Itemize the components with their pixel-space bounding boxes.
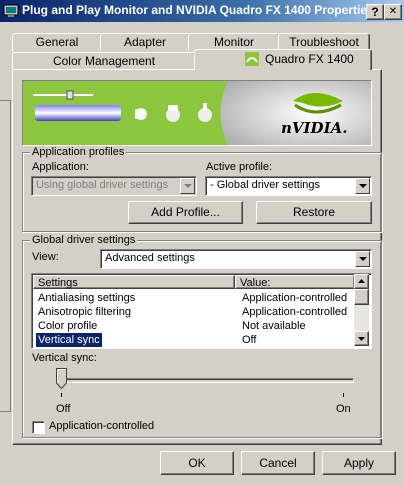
- setting-value: Off: [242, 334, 257, 346]
- window-title: Plug and Play Monitor and NVIDIA Quadro …: [22, 3, 374, 17]
- application-select-value: Using global driver settings: [36, 179, 169, 191]
- global-driver-settings-title: Global driver settings: [30, 234, 138, 246]
- table-row-selected[interactable]: Vertical sync Off: [35, 332, 366, 348]
- restore-button[interactable]: Restore: [256, 201, 372, 224]
- active-profile-value: - Global driver settings: [210, 179, 321, 191]
- settings-column-header[interactable]: Settings: [33, 275, 235, 289]
- slider-tick-min: [61, 393, 62, 397]
- setting-value: Application-controlled: [242, 306, 348, 318]
- chevron-down-icon[interactable]: [355, 251, 370, 267]
- slider-min-label: Off: [56, 403, 71, 415]
- chevron-down-icon[interactable]: [355, 178, 370, 194]
- active-profile-select[interactable]: - Global driver settings: [205, 176, 372, 196]
- scroll-thumb[interactable]: [354, 289, 369, 305]
- scroll-down-button[interactable]: [354, 331, 369, 346]
- background-window-edge: [0, 100, 11, 412]
- application-select: Using global driver settings: [31, 176, 197, 196]
- close-button[interactable]: ✕: [384, 4, 402, 20]
- settings-list[interactable]: Settings Value: Antialiasing settings Ap…: [31, 273, 372, 349]
- vertical-sync-label: Vertical sync:: [32, 352, 97, 364]
- table-row[interactable]: Antialiasing settings Application-contro…: [36, 291, 366, 305]
- nvidia-banner: nVIDIA.: [22, 80, 372, 146]
- scroll-up-button[interactable]: [354, 274, 369, 289]
- nvidia-tab-icon: [245, 52, 259, 66]
- table-row[interactable]: Anisotropic filtering Application-contro…: [36, 305, 366, 319]
- active-profile-label: Active profile:: [206, 161, 273, 173]
- cancel-button[interactable]: Cancel: [241, 451, 315, 475]
- application-profiles-title: Application profiles: [30, 146, 127, 158]
- ok-button[interactable]: OK: [160, 451, 234, 475]
- tab-general[interactable]: General: [12, 33, 102, 52]
- view-select[interactable]: Advanced settings: [100, 249, 372, 269]
- view-select-value: Advanced settings: [105, 252, 195, 264]
- list-scrollbar[interactable]: [354, 274, 369, 346]
- chevron-down-icon: [180, 178, 195, 194]
- setting-name: Antialiasing settings: [38, 292, 136, 304]
- application-controlled-checkbox[interactable]: [32, 421, 45, 434]
- tab-quadro-label: Quadro FX 1400: [265, 52, 354, 66]
- setting-value: Application-controlled: [242, 292, 348, 304]
- setting-name: Vertical sync: [35, 332, 103, 348]
- apply-button[interactable]: Apply: [322, 451, 396, 475]
- setting-name: Color profile: [38, 320, 98, 332]
- vertical-sync-slider-track[interactable]: [62, 378, 354, 383]
- tab-quadro-fx-1400[interactable]: Quadro FX 1400: [194, 49, 372, 70]
- setting-name: Anisotropic filtering: [38, 306, 131, 318]
- help-button[interactable]: ?: [366, 4, 384, 20]
- application-controlled-label: Application-controlled: [49, 420, 155, 432]
- table-row[interactable]: Color profile Not available: [36, 319, 366, 333]
- monitor-icon: [3, 3, 19, 19]
- value-column-header[interactable]: Value:: [235, 275, 355, 289]
- nvidia-logo: nVIDIA.: [281, 119, 348, 137]
- setting-value: Not available: [242, 320, 306, 332]
- slider-max-label: On: [336, 403, 351, 415]
- view-label: View:: [32, 251, 59, 263]
- application-label: Application:: [32, 161, 89, 173]
- tab-adapter[interactable]: Adapter: [100, 33, 190, 52]
- slider-tick-max: [343, 393, 344, 397]
- vertical-sync-slider-thumb[interactable]: [56, 368, 67, 390]
- add-profile-button[interactable]: Add Profile...: [128, 201, 243, 224]
